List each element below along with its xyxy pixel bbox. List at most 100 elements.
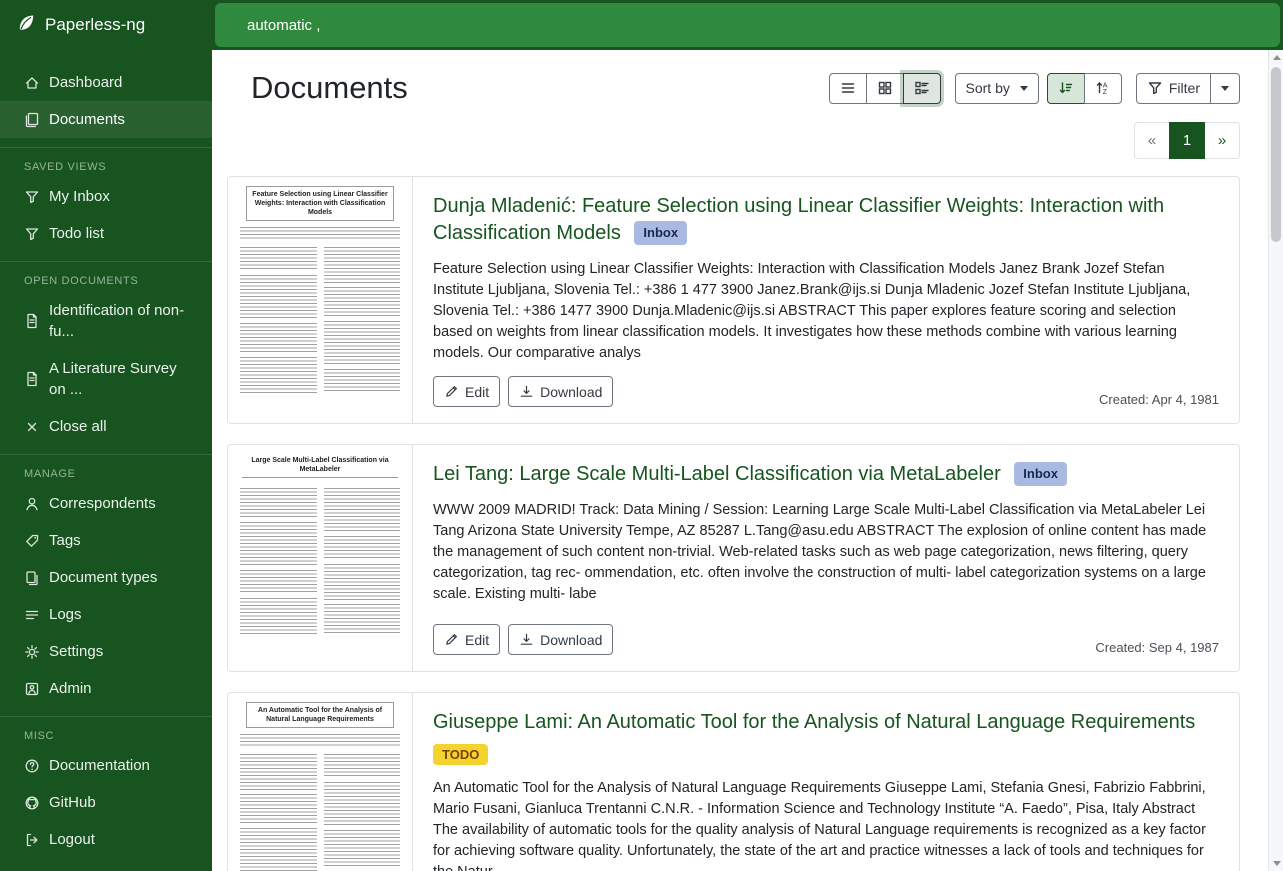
pagination: « 1 »: [1134, 122, 1240, 159]
svg-text:Z: Z: [1103, 89, 1108, 96]
document-thumbnail[interactable]: Large Scale Multi-Label Classification v…: [228, 445, 413, 671]
documents-icon: [24, 112, 40, 128]
github-icon: [24, 795, 40, 811]
sidebar-item-label: A Literature Survey on ...: [49, 358, 196, 400]
download-button[interactable]: Download: [508, 624, 613, 655]
logout-icon: [24, 832, 40, 848]
top-navbar: [212, 0, 1283, 50]
sort-alphabetical-button[interactable]: AZ: [1084, 73, 1122, 104]
sidebar-item-admin[interactable]: Admin: [0, 670, 212, 707]
page-header: Documents Sort by: [227, 70, 1240, 106]
filter-funnel-icon: [1147, 80, 1163, 96]
scrollbar[interactable]: [1268, 50, 1283, 871]
thumbnail-title: Large Scale Multi-Label Classification v…: [246, 456, 394, 474]
sidebar-item-close-all[interactable]: Close all: [0, 408, 212, 445]
filter-label: Filter: [1169, 80, 1200, 96]
scrollbar-down-arrow[interactable]: [1269, 856, 1283, 871]
sidebar-item-todo-list[interactable]: Todo list: [0, 215, 212, 252]
section-title-manage: MANAGE: [0, 464, 212, 485]
sidebar-item-tags[interactable]: Tags: [0, 522, 212, 559]
download-button-label: Download: [540, 632, 602, 648]
sidebar-item-label: Identification of non-fu...: [49, 300, 196, 342]
sidebar-item-open-doc-1[interactable]: Identification of non-fu...: [0, 292, 212, 350]
scrollbar-up-arrow[interactable]: [1269, 50, 1283, 65]
sidebar-section-saved-views: SAVED VIEWS My Inbox Todo list: [0, 147, 212, 252]
sidebar-section-open-documents: OPEN DOCUMENTS Identification of non-fu.…: [0, 261, 212, 445]
sidebar-item-label: Tags: [49, 530, 81, 551]
document-types-icon: [24, 570, 40, 586]
sidebar-item-label: Logs: [49, 604, 82, 625]
sort-by-dropdown[interactable]: Sort by: [955, 73, 1039, 104]
chevron-down-icon: [1221, 86, 1229, 91]
sidebar-item-settings[interactable]: Settings: [0, 633, 212, 670]
triangle-up-icon: [1273, 55, 1281, 60]
tag-badge-todo[interactable]: TODO: [433, 744, 488, 765]
thumbnail-title: An Automatic Tool for the Analysis of Na…: [251, 706, 389, 724]
sidebar-item-label: Dashboard: [49, 72, 122, 93]
document-thumbnail[interactable]: An Automatic Tool for the Analysis of Na…: [228, 693, 413, 871]
download-button-label: Download: [540, 384, 602, 400]
sidebar-item-my-inbox[interactable]: My Inbox: [0, 178, 212, 215]
tag-badge-inbox[interactable]: Inbox: [1014, 462, 1067, 486]
document-card-body: Giuseppe Lami: An Automatic Tool for the…: [413, 693, 1239, 871]
filter-group: Filter: [1136, 73, 1240, 104]
tag-badge-inbox[interactable]: Inbox: [634, 221, 687, 245]
sidebar-item-logout[interactable]: Logout: [0, 821, 212, 858]
sidebar-section-manage: MANAGE Correspondents Tags Document type…: [0, 454, 212, 707]
card-footer: Edit Download Created: Sep 4, 1987: [433, 612, 1219, 655]
card-actions: Edit Download: [433, 376, 613, 407]
edit-button-label: Edit: [465, 632, 489, 648]
created-date: Created: Sep 4, 1987: [1095, 640, 1219, 655]
section-title-misc: MISC: [0, 726, 212, 747]
document-card: Feature Selection using Linear Classifie…: [227, 176, 1240, 424]
edit-button[interactable]: Edit: [433, 624, 500, 655]
sidebar-item-documents[interactable]: Documents: [0, 101, 212, 138]
download-icon: [519, 632, 534, 647]
sidebar-section-misc: MISC Documentation GitHub Logout: [0, 716, 212, 858]
document-title-link[interactable]: Lei Tang: Large Scale Multi-Label Classi…: [433, 463, 1001, 485]
document-thumbnail[interactable]: Feature Selection using Linear Classifie…: [228, 177, 413, 423]
sort-descending-button[interactable]: [1047, 73, 1085, 104]
scrollbar-thumb[interactable]: [1271, 67, 1281, 242]
sidebar-item-open-doc-2[interactable]: A Literature Survey on ...: [0, 350, 212, 408]
document-title-link[interactable]: Giuseppe Lami: An Automatic Tool for the…: [433, 711, 1195, 733]
sidebar-item-correspondents[interactable]: Correspondents: [0, 485, 212, 522]
filter-button[interactable]: Filter: [1136, 73, 1211, 104]
question-circle-icon: [24, 758, 40, 774]
sidebar-nav: Dashboard Documents SAVED VIEWS My Inbox…: [0, 50, 212, 858]
pagination-next[interactable]: »: [1204, 122, 1240, 159]
file-text-icon: [24, 313, 40, 329]
sidebar-item-logs[interactable]: Logs: [0, 596, 212, 633]
thumbnail-heading-box: Feature Selection using Linear Classifie…: [246, 186, 394, 221]
card-footer: Edit Download Created: Apr 4, 1981: [433, 364, 1219, 407]
tag-row: TODO: [433, 744, 1219, 766]
document-snippet: An Automatic Tool for the Analysis of Na…: [433, 778, 1219, 871]
document-title-link[interactable]: Dunja Mladenić: Feature Selection using …: [433, 195, 1164, 244]
edit-button-label: Edit: [465, 384, 489, 400]
app-brand[interactable]: Paperless-ng: [0, 0, 212, 50]
document-snippet: Feature Selection using Linear Classifie…: [433, 259, 1219, 364]
filter-dropdown-toggle[interactable]: [1210, 73, 1240, 104]
sidebar-item-document-types[interactable]: Document types: [0, 559, 212, 596]
sort-by-label: Sort by: [966, 80, 1010, 96]
chevron-down-icon: [1020, 86, 1028, 91]
sidebar-item-documentation[interactable]: Documentation: [0, 747, 212, 784]
edit-button[interactable]: Edit: [433, 376, 500, 407]
main-content: Documents Sort by: [212, 50, 1268, 871]
pagination-page-1[interactable]: 1: [1169, 122, 1205, 159]
pagination-previous[interactable]: «: [1134, 122, 1170, 159]
sidebar-item-label: Logout: [49, 829, 95, 850]
sidebar-item-github[interactable]: GitHub: [0, 784, 212, 821]
sidebar-item-label: Settings: [49, 641, 103, 662]
app-brand-label: Paperless-ng: [45, 15, 145, 35]
search-input[interactable]: [215, 3, 1280, 47]
logs-list-icon: [24, 607, 40, 623]
view-grid-button[interactable]: [866, 73, 904, 104]
tag-icon: [24, 533, 40, 549]
sidebar-item-dashboard[interactable]: Dashboard: [0, 64, 212, 101]
view-list-button[interactable]: [829, 73, 867, 104]
view-details-button[interactable]: [903, 73, 941, 104]
download-button[interactable]: Download: [508, 376, 613, 407]
thumbnail-title: Feature Selection using Linear Classifie…: [251, 190, 389, 217]
document-card: An Automatic Tool for the Analysis of Na…: [227, 692, 1240, 871]
